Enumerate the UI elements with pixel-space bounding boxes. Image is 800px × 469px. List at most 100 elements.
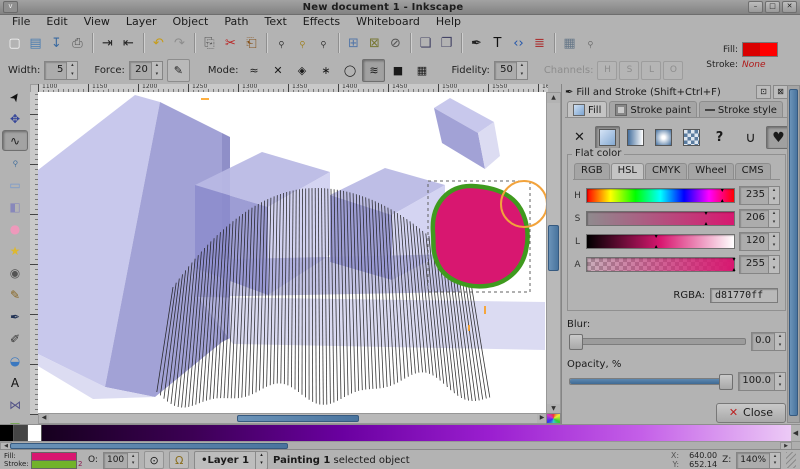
spinbox-s[interactable]: 206▴▾ bbox=[739, 209, 780, 228]
fillrule-evenodd-button[interactable]: ∪ bbox=[738, 126, 763, 149]
tweak-mode-push-button[interactable]: ≈ bbox=[242, 59, 265, 82]
tweak-mode-shrink-button[interactable]: ◈ bbox=[290, 59, 313, 82]
menu-text[interactable]: Text bbox=[257, 15, 295, 29]
tool-stroke-value[interactable]: None bbox=[742, 60, 765, 70]
new-document-button[interactable]: ▢ bbox=[4, 32, 25, 54]
unknown-paint-button[interactable]: ? bbox=[707, 126, 732, 149]
slider-a[interactable]: ▾▴ bbox=[586, 257, 735, 272]
menu-file[interactable]: File bbox=[4, 15, 38, 29]
tweak-mode-attract-button[interactable]: ✕ bbox=[266, 59, 289, 82]
blur-slider[interactable] bbox=[569, 338, 746, 345]
blur-slider-thumb[interactable] bbox=[569, 334, 583, 350]
opacity-slider[interactable] bbox=[569, 378, 733, 385]
open-document-button[interactable]: ▤ bbox=[25, 32, 46, 54]
menu-path[interactable]: Path bbox=[216, 15, 256, 29]
close-button[interactable]: ✕ bbox=[782, 1, 797, 13]
overlap-band-dark[interactable] bbox=[195, 254, 460, 297]
fidelity-spinbox[interactable]: 50▴▾ bbox=[494, 61, 528, 80]
no-paint-button[interactable]: ✕ bbox=[567, 126, 592, 149]
channel-l-button[interactable]: L bbox=[641, 61, 661, 80]
channel-s-button[interactable]: S bbox=[619, 61, 639, 80]
group-button[interactable]: ❏ bbox=[415, 32, 436, 54]
canvas-vertical-scrollbar[interactable]: ▲ ▼ bbox=[546, 92, 561, 415]
tool-pencil[interactable]: ✎ bbox=[2, 284, 28, 305]
linear-gradient-button[interactable] bbox=[623, 126, 648, 149]
save-document-button[interactable]: ↧ bbox=[46, 32, 67, 54]
fill-stroke-dialog-button[interactable]: ✒ bbox=[466, 32, 487, 54]
print-document-button[interactable]: ⎙ bbox=[67, 32, 88, 54]
selected-blob-path[interactable] bbox=[433, 186, 528, 286]
duplicate-button[interactable]: ⊞ bbox=[343, 32, 364, 54]
zoom-selection-button[interactable]: ⌕ bbox=[271, 32, 292, 54]
redo-button[interactable]: ↷ bbox=[169, 32, 190, 54]
icon-preview-button[interactable]: ▦ bbox=[559, 32, 580, 54]
menu-help[interactable]: Help bbox=[428, 15, 469, 29]
blur-spinbox[interactable]: 0.0▴▾ bbox=[751, 332, 786, 351]
tool-connector[interactable]: ⋈ bbox=[2, 394, 28, 415]
tweak-mode-roughen-button[interactable]: ≋ bbox=[362, 59, 385, 82]
channel-h-button[interactable]: H bbox=[597, 61, 617, 80]
copy-button[interactable]: ⎘ bbox=[199, 32, 220, 54]
tool-box-3d[interactable]: ◧ bbox=[2, 196, 28, 217]
zoom-page-button[interactable]: ⌕ bbox=[313, 32, 334, 54]
tab-stroke-paint[interactable]: Stroke paint bbox=[609, 101, 697, 117]
maximize-button[interactable]: □ bbox=[765, 1, 780, 13]
tweak-mode-paint-color-button[interactable]: ■ bbox=[386, 59, 409, 82]
tool-fill-swatch[interactable] bbox=[742, 42, 778, 57]
pattern-button[interactable] bbox=[679, 126, 704, 149]
slider-marker[interactable]: ▴ bbox=[732, 267, 735, 272]
unlink-clone-button[interactable]: ⊘ bbox=[385, 32, 406, 54]
paste-button[interactable]: ⎗ bbox=[241, 32, 262, 54]
tool-spiral[interactable]: ◉ bbox=[2, 262, 28, 283]
slider-marker[interactable]: ▴ bbox=[721, 198, 724, 203]
statusbar-stroke-swatch[interactable] bbox=[31, 460, 77, 469]
menu-effects[interactable]: Effects bbox=[295, 15, 348, 29]
slider-marker[interactable]: ▴ bbox=[655, 244, 658, 249]
slider-marker[interactable]: ▾ bbox=[705, 211, 708, 216]
palette-swatch[interactable] bbox=[0, 425, 14, 442]
flat-color-button[interactable] bbox=[595, 126, 620, 149]
import-document-button[interactable]: ⇥ bbox=[97, 32, 118, 54]
resize-grip[interactable] bbox=[786, 452, 796, 468]
tool-paint-bucket[interactable]: ◒ bbox=[2, 350, 28, 371]
close-dialog-button[interactable]: ✕ Close bbox=[716, 403, 786, 423]
menu-view[interactable]: View bbox=[76, 15, 118, 29]
menu-edit[interactable]: Edit bbox=[38, 15, 75, 29]
tool-zoom[interactable]: ⌕ bbox=[2, 152, 28, 173]
tool-bezier-pen[interactable]: ✒ bbox=[2, 306, 28, 327]
color-tab-hsl[interactable]: HSL bbox=[611, 163, 644, 179]
panel-close-icon[interactable]: ⊠ bbox=[773, 85, 788, 99]
tab-fill[interactable]: Fill bbox=[567, 101, 607, 117]
window-menu-button[interactable]: v bbox=[3, 1, 18, 13]
text-dialog-button[interactable]: T bbox=[487, 32, 508, 54]
tool-selector[interactable]: ➤ bbox=[2, 86, 28, 107]
object-opacity-spinbox[interactable]: 100▴▾ bbox=[103, 452, 139, 469]
slider-marker[interactable]: ▾ bbox=[655, 234, 658, 239]
opacity-slider-thumb[interactable] bbox=[719, 374, 733, 390]
scroll-left-icon[interactable]: ◀ bbox=[39, 414, 49, 423]
slider-h[interactable]: ▾▴ bbox=[586, 188, 735, 203]
undo-button[interactable]: ↶ bbox=[148, 32, 169, 54]
width-spinbox[interactable]: 5▴▾ bbox=[44, 61, 78, 80]
canvas-horizontal-scrollbar[interactable]: ◀ ▶ bbox=[38, 413, 548, 424]
scroll-up-icon[interactable]: ▲ bbox=[547, 93, 560, 103]
xml-editor-button[interactable]: ‹› bbox=[508, 32, 529, 54]
layer-lock-button[interactable]: Ω bbox=[169, 451, 189, 469]
tool-ellipse[interactable]: ● bbox=[2, 218, 28, 239]
cut-button[interactable]: ✂ bbox=[220, 32, 241, 54]
slider-l[interactable]: ▾▴ bbox=[586, 234, 735, 249]
color-tab-cms[interactable]: CMS bbox=[735, 163, 771, 179]
tweak-mode-jitter-color-button[interactable]: ▦ bbox=[410, 59, 433, 82]
channel-o-button[interactable]: O bbox=[663, 61, 683, 80]
tool-node-editor[interactable]: ✥ bbox=[2, 108, 28, 129]
tool-text[interactable]: A bbox=[2, 372, 28, 393]
tool-tweak[interactable]: ∿ bbox=[2, 130, 28, 151]
spinbox-h[interactable]: 235▴▾ bbox=[739, 186, 780, 205]
export-bitmap-button[interactable]: ⇤ bbox=[118, 32, 139, 54]
tab-stroke-style[interactable]: Stroke style bbox=[699, 101, 783, 117]
tool-calligraphy[interactable]: ✐ bbox=[2, 328, 28, 349]
tool-star[interactable]: ★ bbox=[2, 240, 28, 261]
dock-scroll-thumb[interactable] bbox=[789, 89, 798, 416]
layers-dialog-button[interactable]: ≣ bbox=[529, 32, 550, 54]
create-clone-button[interactable]: ⊠ bbox=[364, 32, 385, 54]
